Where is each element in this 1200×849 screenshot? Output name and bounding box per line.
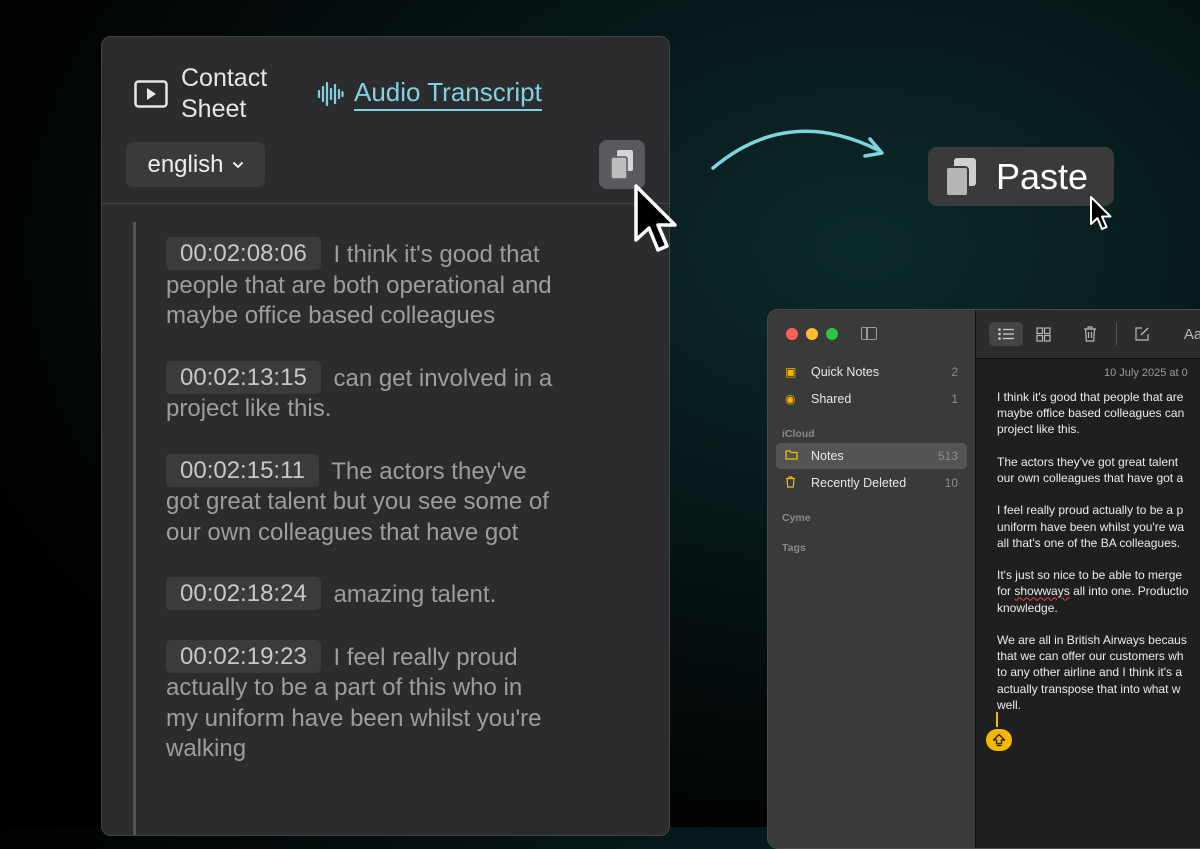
note-line: We are all in British Airways becaus xyxy=(997,632,1187,647)
transcript-entry: 00:02:08:06 I think it's good that peopl… xyxy=(166,237,556,332)
sidebar-section-cyme[interactable]: Cyme xyxy=(782,512,811,524)
folder-icon xyxy=(776,449,807,463)
transcript-entry: 00:02:13:15 can get involved in a projec… xyxy=(166,360,556,425)
timestamp-chip[interactable]: 00:02:18:24 xyxy=(166,577,321,610)
paste-icon xyxy=(945,157,976,197)
sidebar-item-count: 10 xyxy=(944,476,958,490)
compose-icon xyxy=(1135,327,1149,341)
sidebar-item-shared[interactable]: ◉ Shared 1 xyxy=(776,386,967,412)
note-line: to any other airline and I think it's a xyxy=(997,665,1183,680)
sidebar-item-notes[interactable]: Notes 513 xyxy=(776,443,967,469)
timestamp-chip[interactable]: 00:02:15:11 xyxy=(166,453,320,487)
language-select-value: english xyxy=(147,150,224,178)
misspelled-word: showways xyxy=(1014,584,1070,599)
note-line: The actors they've got great talent xyxy=(997,454,1179,469)
note-line: It's just so nice to be able to merge xyxy=(997,568,1183,583)
sidebar-item-label: Recently Deleted xyxy=(811,476,907,490)
text-caret xyxy=(996,712,998,727)
sidebar-item-label: Quick Notes xyxy=(811,365,880,379)
chevron-down-icon xyxy=(232,161,243,168)
sidebar-item-count: 1 xyxy=(951,392,958,406)
caps-lock-indicator xyxy=(986,729,1012,751)
new-note-button[interactable] xyxy=(1133,322,1151,346)
note-line: well. xyxy=(997,697,1022,712)
copy-icon xyxy=(610,149,633,180)
transcript-entry: 00:02:15:11 The actors they've got great… xyxy=(166,453,556,549)
note-line: project like this. xyxy=(997,422,1080,437)
tab-contact-sheet[interactable]: Contact Sheet xyxy=(134,63,291,125)
format-button[interactable]: Aa xyxy=(1178,322,1200,346)
note-line: I think it's good that people that are xyxy=(997,390,1184,404)
quick-notes-icon: ▣ xyxy=(785,365,797,379)
sidebar-toggle-icon[interactable] xyxy=(861,327,877,340)
timeline-line xyxy=(133,222,136,835)
sidebar-section-icloud: iCloud xyxy=(782,428,815,440)
close-window-button[interactable] xyxy=(786,328,798,340)
shared-icon: ◉ xyxy=(785,392,796,406)
mouse-cursor-small-icon xyxy=(1090,196,1112,230)
delete-note-button[interactable] xyxy=(1081,322,1099,346)
timestamp-chip[interactable]: 00:02:08:06 xyxy=(166,237,321,270)
note-line: all into one. Productio xyxy=(1073,584,1189,599)
sidebar-item-recently-deleted[interactable]: Recently Deleted 10 xyxy=(776,470,967,496)
note-line: actually transpose that into what w xyxy=(997,681,1181,696)
copy-button[interactable] xyxy=(599,140,645,189)
timestamp-chip[interactable]: 00:02:13:15 xyxy=(166,360,321,394)
tab-audio-transcript-label: Audio Transcript xyxy=(354,77,542,111)
sidebar-section-tags[interactable]: Tags xyxy=(782,542,806,554)
transcript-panel: Contact Sheet Audio Transcript english 0… xyxy=(101,36,670,836)
sidebar-item-quick-notes[interactable]: ▣ Quick Notes 2 xyxy=(776,359,967,385)
transcript-entry: 00:02:18:24 amazing talent. xyxy=(166,577,556,611)
paste-button[interactable]: Paste xyxy=(928,147,1114,206)
note-line: that we can offer our customers wh xyxy=(997,649,1184,664)
note-date: 10 July 2025 at 0 xyxy=(1104,367,1188,379)
notes-toolbar: Aa xyxy=(976,310,1200,359)
sidebar-item-count: 2 xyxy=(951,365,958,379)
header-divider xyxy=(102,203,669,204)
note-line: maybe office based colleagues can xyxy=(997,406,1185,421)
timestamp-chip[interactable]: 00:02:19:23 xyxy=(166,639,321,673)
notes-sidebar: ▣ Quick Notes 2 ◉ Shared 1 iCloud Notes … xyxy=(768,310,976,848)
tab-audio-transcript[interactable]: Audio Transcript xyxy=(317,77,542,111)
paste-label: Paste xyxy=(996,155,1089,197)
note-line: uniform have been whilst you're wa xyxy=(997,519,1185,534)
mouse-cursor-icon xyxy=(634,184,677,252)
sidebar-item-label: Shared xyxy=(811,392,852,406)
sidebar-item-label: Notes xyxy=(811,449,844,463)
trash-icon xyxy=(776,475,807,491)
transcript-text: amazing talent. xyxy=(333,581,497,608)
note-line: knowledge. xyxy=(997,600,1058,615)
trash-icon xyxy=(1084,326,1096,342)
play-icon xyxy=(134,80,168,108)
curved-arrow-icon xyxy=(711,129,884,170)
minimize-window-button[interactable] xyxy=(806,328,818,340)
zoom-window-button[interactable] xyxy=(826,328,838,340)
shift-arrow-icon xyxy=(992,733,1006,747)
grid-icon xyxy=(1035,326,1051,342)
waveform-icon xyxy=(317,81,344,107)
tab-contact-sheet-label: Contact Sheet xyxy=(181,64,268,123)
transcript-entry: 00:02:19:23 I feel really proud actually… xyxy=(166,639,556,765)
toolbar-divider xyxy=(1116,323,1117,345)
note-line: our own colleagues that have got a xyxy=(997,471,1184,485)
note-body[interactable]: I think it's good that people that are m… xyxy=(997,389,1200,729)
list-icon xyxy=(998,328,1014,340)
note-line: I feel really proud actually to be a p xyxy=(997,503,1184,518)
gallery-view-button[interactable] xyxy=(1034,322,1052,346)
notes-window: ▣ Quick Notes 2 ◉ Shared 1 iCloud Notes … xyxy=(767,309,1200,849)
note-editor: Aa 10 July 2025 at 0 I think it's good t… xyxy=(976,310,1200,848)
language-select[interactable]: english xyxy=(126,142,265,187)
list-view-button[interactable] xyxy=(989,322,1023,346)
note-line: all that's one of the BA colleagues. xyxy=(997,535,1181,550)
transcript-list: 00:02:08:06 I think it's good that peopl… xyxy=(166,237,556,794)
note-line: for xyxy=(997,584,1012,599)
sidebar-item-count: 513 xyxy=(937,449,958,463)
